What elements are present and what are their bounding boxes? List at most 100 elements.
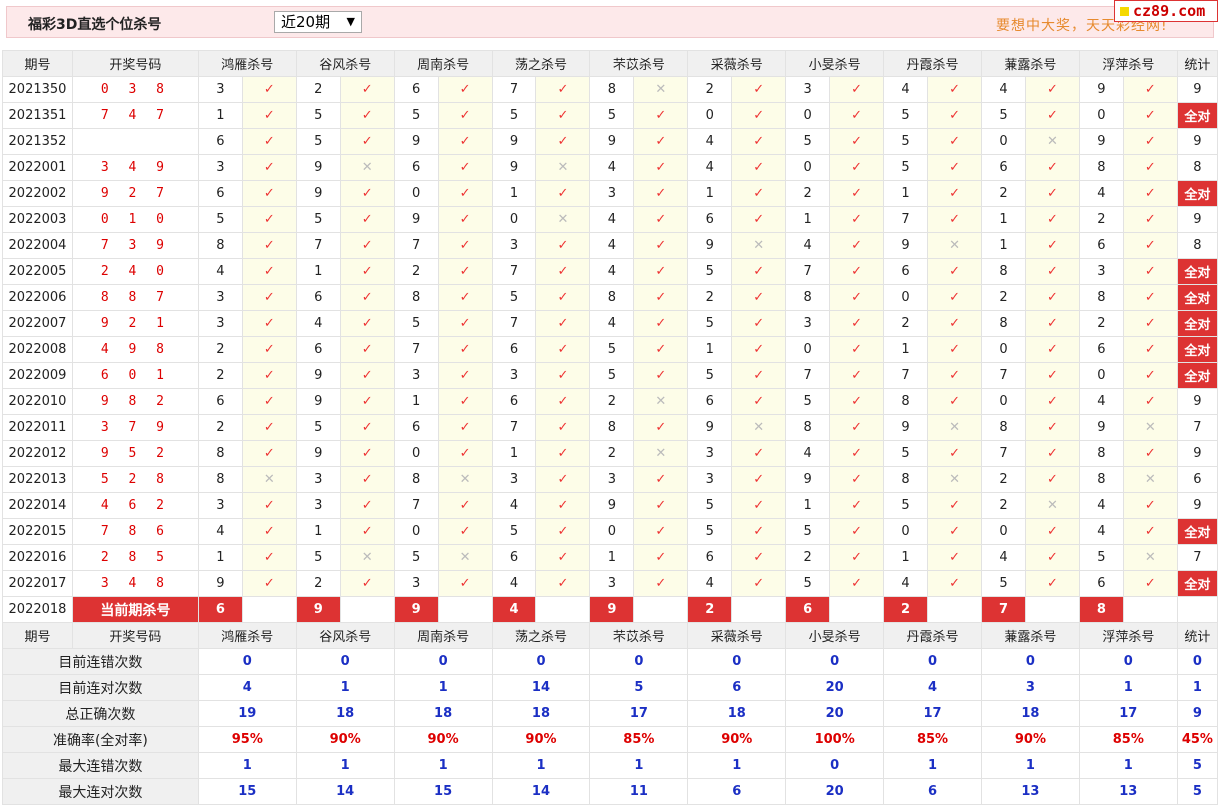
kill-number-cell: 4 <box>1078 388 1124 415</box>
summary-value: 0 <box>1078 648 1178 675</box>
table-row: 2022017 3 4 8 9 ✓ 2 ✓ 3 ✓ 4 ✓ 3 ✓ 4 ✓ 5 ✓ 4 ✓ 5 ✓ 6 ✓ 全对 <box>2 570 1218 597</box>
summary-value: 6 <box>883 778 982 805</box>
kill-number-cell: 3 <box>393 362 439 389</box>
kill-number-cell: 1 <box>491 440 537 467</box>
kill-number-cell: 4 <box>980 76 1026 103</box>
column-header-expert: 丹霞杀号 <box>883 50 982 77</box>
period-select[interactable]: 近20期 ▼ <box>274 11 362 33</box>
check-icon: ✓ <box>927 518 982 545</box>
cross-icon: ✕ <box>633 76 689 103</box>
summary-value: 18 <box>393 700 493 727</box>
check-icon: ✓ <box>1122 518 1178 545</box>
column-header-expert: 芣苡杀号 <box>589 50 689 77</box>
column-header-expert: 鸿雁杀号 <box>197 622 297 649</box>
kill-number-cell: 2 <box>197 336 243 363</box>
period-cell: 2022008 <box>2 336 73 363</box>
check-icon: ✓ <box>633 284 689 311</box>
period-cell: 2022017 <box>2 570 73 597</box>
kill-number-cell: 5 <box>491 518 537 545</box>
kill-number-cell: 7 <box>491 76 537 103</box>
check-icon: ✓ <box>241 232 297 259</box>
kill-number-cell: 9 <box>393 206 439 233</box>
check-icon: ✓ <box>1122 440 1178 467</box>
kill-number-cell: 1 <box>295 258 341 285</box>
kill-number-cell: 1 <box>980 232 1026 259</box>
check-icon: ✓ <box>731 206 787 233</box>
check-icon: ✓ <box>1122 76 1178 103</box>
cross-icon: ✕ <box>1024 128 1080 155</box>
current-kill-number: 9 <box>589 596 635 623</box>
kill-number-cell: 5 <box>393 102 439 129</box>
current-kill-number: 6 <box>785 596 831 623</box>
check-icon: ✓ <box>927 102 982 129</box>
check-icon: ✓ <box>633 128 689 155</box>
check-icon: ✓ <box>731 336 787 363</box>
column-header-period: 期号 <box>2 50 73 77</box>
summary-value: 20 <box>785 778 885 805</box>
check-icon: ✓ <box>731 570 787 597</box>
kill-number-cell: 2 <box>883 310 929 337</box>
table-row: 2022013 5 2 8 8 ✕ 3 ✓ 8 ✕ 3 ✓ 3 ✓ 3 ✓ 9 ✓ 8 ✕ 2 ✓ 8 ✕ 6 <box>2 466 1218 493</box>
period-cell: 2021351 <box>2 102 73 129</box>
period-cell: 2021352 <box>2 128 73 155</box>
kill-number-cell: 2 <box>295 570 341 597</box>
check-icon: ✓ <box>535 518 591 545</box>
check-icon: ✓ <box>829 570 885 597</box>
kill-number-cell: 5 <box>883 440 929 467</box>
draw-number-cell <box>71 128 199 155</box>
kill-number-cell: 5 <box>687 362 733 389</box>
kill-number-cell: 5 <box>687 492 733 519</box>
kill-number-cell: 8 <box>393 466 439 493</box>
check-icon: ✓ <box>241 362 297 389</box>
check-icon: ✓ <box>633 414 689 441</box>
check-icon: ✓ <box>829 232 885 259</box>
summary-value: 0 <box>197 648 297 675</box>
period-cell: 2022002 <box>2 180 73 207</box>
kill-number-cell: 4 <box>197 258 243 285</box>
column-header-draw: 开奖号码 <box>71 622 199 649</box>
kill-number-cell: 2 <box>687 76 733 103</box>
all-correct-badge: 全对 <box>1176 362 1218 389</box>
kill-number-cell: 9 <box>1078 76 1124 103</box>
summary-label: 目前连错次数 <box>2 648 199 675</box>
empty-cell <box>437 596 493 623</box>
stat-cell: 9 <box>1176 76 1218 103</box>
kill-number-cell: 4 <box>295 310 341 337</box>
check-icon: ✓ <box>1024 414 1080 441</box>
check-icon: ✓ <box>633 180 689 207</box>
kill-number-cell: 5 <box>197 206 243 233</box>
kill-number-cell: 7 <box>785 258 831 285</box>
kill-number-cell: 2 <box>785 180 831 207</box>
column-header-draw: 开奖号码 <box>71 50 199 77</box>
check-icon: ✓ <box>339 466 395 493</box>
summary-value: 14 <box>491 778 591 805</box>
check-icon: ✓ <box>241 388 297 415</box>
table-row: 2022003 0 1 0 5 ✓ 5 ✓ 9 ✓ 0 ✕ 4 ✓ 6 ✓ 1 ✓ 7 ✓ 1 ✓ 2 ✓ 9 <box>2 206 1218 233</box>
check-icon: ✓ <box>535 102 591 129</box>
check-icon: ✓ <box>1122 362 1178 389</box>
check-icon: ✓ <box>829 154 885 181</box>
check-icon: ✓ <box>1024 76 1080 103</box>
kill-number-cell: 4 <box>883 570 929 597</box>
check-icon: ✓ <box>731 180 787 207</box>
kill-number-cell: 6 <box>491 336 537 363</box>
summary-value: 20 <box>785 674 885 701</box>
kill-number-cell: 5 <box>687 518 733 545</box>
kill-number-cell: 5 <box>980 102 1026 129</box>
check-icon: ✓ <box>1122 206 1178 233</box>
kill-number-cell: 2 <box>785 544 831 571</box>
summary-value: 1 <box>980 752 1080 779</box>
kill-number-cell: 6 <box>295 284 341 311</box>
kill-number-cell: 8 <box>197 232 243 259</box>
period-cell: 2022014 <box>2 492 73 519</box>
cross-icon: ✕ <box>927 232 982 259</box>
draw-number-cell: 7 8 6 <box>71 518 199 545</box>
check-icon: ✓ <box>927 492 982 519</box>
check-icon: ✓ <box>927 544 982 571</box>
summary-value: 0 <box>589 648 689 675</box>
kill-number-cell: 5 <box>491 284 537 311</box>
site-logo[interactable]: cz89.com <box>1114 0 1218 22</box>
check-icon: ✓ <box>437 76 493 103</box>
kill-number-cell: 3 <box>197 154 243 181</box>
kill-number-cell: 7 <box>393 492 439 519</box>
